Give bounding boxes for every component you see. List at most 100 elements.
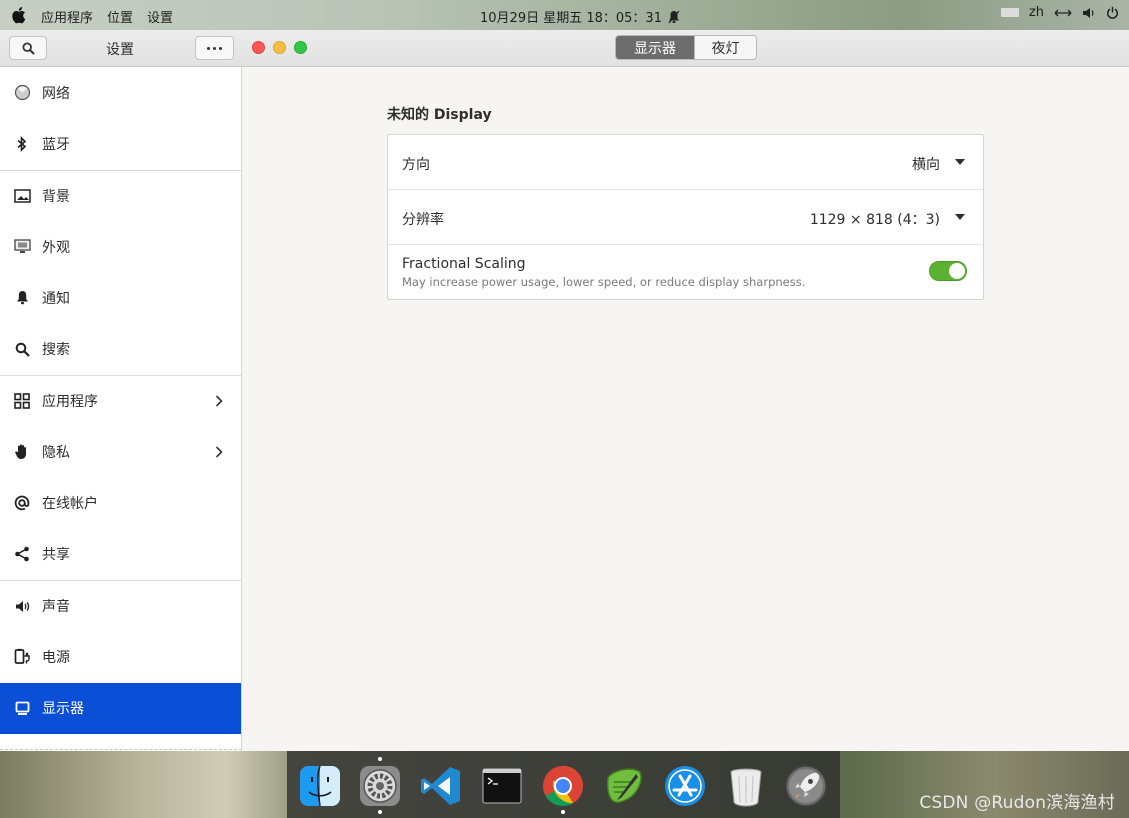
top-panel: 应用程序 位置 设置 10月29日 星期五 18：05：31 zh xyxy=(0,0,1129,30)
power-plug-icon xyxy=(13,648,31,666)
sidebar-item-search[interactable]: 搜索 xyxy=(0,323,241,374)
network-icon xyxy=(13,84,31,102)
sidebar-item-sound[interactable]: 声音 xyxy=(0,579,241,631)
system-tray: zh xyxy=(1000,5,1119,20)
speaker-icon xyxy=(13,597,31,615)
sidebar-item-sharing[interactable]: 共享 xyxy=(0,529,241,580)
sidebar-item-online-accounts[interactable]: 在线帐户 xyxy=(0,477,241,528)
display-tabs: 显示器 夜灯 xyxy=(615,35,757,60)
dock xyxy=(287,751,840,818)
sidebar-item-label: 显示器 xyxy=(42,701,84,718)
orientation-label: 方向 xyxy=(402,157,430,173)
share-icon xyxy=(13,545,31,563)
chevron-right-icon xyxy=(215,395,223,407)
clock-text: 10月29日 星期五 18：05：31 xyxy=(480,11,662,26)
text-editor-icon[interactable] xyxy=(602,764,646,808)
sidebar-item-label: 背景 xyxy=(42,188,70,205)
sidebar-item-background[interactable]: 背景 xyxy=(0,169,241,221)
background-icon xyxy=(13,187,31,205)
minimize-window-button[interactable] xyxy=(273,41,286,54)
menu-settings[interactable]: 设置 xyxy=(147,7,173,26)
dropdown-arrow-icon[interactable] xyxy=(955,214,965,220)
top-menu: 应用程序 位置 设置 xyxy=(41,7,173,26)
display-settings-panel: 未知的 Display 方向 横向 分辨率 1129 × 818 (4：3) F… xyxy=(243,67,1129,751)
appearance-icon xyxy=(13,238,31,256)
sidebar-item-appearance[interactable]: 外观 xyxy=(0,221,241,272)
monitor-icon xyxy=(13,699,31,717)
sidebar-item-label: 蓝牙 xyxy=(42,136,70,153)
search-icon xyxy=(21,41,35,55)
window-controls xyxy=(252,41,307,54)
menu-applications[interactable]: 应用程序 xyxy=(41,7,93,26)
chrome-icon[interactable] xyxy=(541,764,585,808)
fractional-scaling-row: Fractional Scaling May increase power us… xyxy=(388,245,983,300)
launchpad-icon[interactable] xyxy=(784,764,828,808)
sidebar-item-label: 搜索 xyxy=(42,342,70,359)
sidebar-item-label: 应用程序 xyxy=(42,393,98,410)
power-icon[interactable] xyxy=(1106,6,1119,19)
window-title: 设置 xyxy=(106,42,134,58)
sidebar-item-label: 电源 xyxy=(42,649,70,666)
sidebar-item-label: 外观 xyxy=(42,239,70,256)
close-window-button[interactable] xyxy=(252,41,265,54)
search-icon xyxy=(13,340,31,358)
keyboard-icon[interactable] xyxy=(1000,8,1019,17)
at-icon xyxy=(13,494,31,512)
settings-window: 设置 显示器 夜灯 网络 蓝牙 背景 外观 通知 搜索 应用程序 隐私 在线帐户… xyxy=(0,30,1129,751)
sidebar-item-label: 共享 xyxy=(42,547,70,564)
tab-night-light[interactable]: 夜灯 xyxy=(694,36,756,59)
watermark-text: CSDN @Rudon滨海渔村 xyxy=(919,793,1115,813)
notification-bell-icon xyxy=(668,10,680,23)
maximize-window-button[interactable] xyxy=(294,41,307,54)
fractional-scaling-description: May increase power usage, lower speed, o… xyxy=(402,275,806,289)
sidebar-item-label: 声音 xyxy=(42,599,70,616)
trash-icon[interactable] xyxy=(724,764,768,808)
resolution-row[interactable]: 分辨率 1129 × 818 (4：3) xyxy=(388,190,983,245)
sidebar-item-network[interactable]: 网络 xyxy=(0,67,241,118)
tab-displays[interactable]: 显示器 xyxy=(616,36,694,59)
sidebar-item-label: 网络 xyxy=(42,85,70,102)
sidebar-item-privacy[interactable]: 隐私 xyxy=(0,426,241,477)
toggle-knob xyxy=(949,263,965,279)
network-wired-icon[interactable] xyxy=(1054,7,1072,19)
sidebar-item-notifications[interactable]: 通知 xyxy=(0,272,241,323)
chevron-right-icon xyxy=(215,446,223,458)
sidebar-item-applications[interactable]: 应用程序 xyxy=(0,374,241,426)
system-preferences-icon[interactable] xyxy=(358,764,402,808)
hand-icon xyxy=(13,443,31,461)
sidebar-divider xyxy=(0,749,241,750)
sidebar-item-label: 通知 xyxy=(42,290,70,307)
running-indicator xyxy=(378,757,382,761)
search-button[interactable] xyxy=(9,36,47,60)
apps-grid-icon xyxy=(13,392,31,410)
more-dots-icon xyxy=(207,46,210,50)
more-menu-button[interactable] xyxy=(195,36,234,60)
sidebar-item-label: 在线帐户 xyxy=(42,496,98,513)
sidebar-item-bluetooth[interactable]: 蓝牙 xyxy=(0,118,241,169)
orientation-row[interactable]: 方向 横向 xyxy=(388,135,983,190)
sidebar-item-label: 隐私 xyxy=(42,444,70,461)
orientation-value[interactable]: 横向 xyxy=(912,154,940,174)
display-settings-list: 方向 横向 分辨率 1129 × 818 (4：3) Fractional Sc… xyxy=(387,134,984,300)
menu-places[interactable]: 位置 xyxy=(107,7,133,26)
fractional-scaling-toggle[interactable] xyxy=(929,261,967,281)
language-indicator[interactable]: zh xyxy=(1029,5,1044,20)
sidebar-item-displays[interactable]: 显示器 xyxy=(0,682,241,734)
app-store-icon[interactable] xyxy=(663,764,707,808)
sidebar-item-power[interactable]: 电源 xyxy=(0,631,241,682)
bell-icon xyxy=(13,289,31,307)
terminal-icon[interactable] xyxy=(480,764,524,808)
display-name-heading: 未知的 Display xyxy=(387,107,492,123)
running-indicator xyxy=(378,810,382,814)
resolution-label: 分辨率 xyxy=(402,212,444,228)
header-bar: 设置 显示器 夜灯 xyxy=(0,30,1129,67)
finder-icon[interactable] xyxy=(298,764,342,808)
fractional-scaling-label: Fractional Scaling xyxy=(402,256,526,272)
volume-icon[interactable] xyxy=(1082,7,1096,19)
apple-logo-icon[interactable] xyxy=(10,6,26,24)
clock[interactable]: 10月29日 星期五 18：05：31 xyxy=(480,7,680,26)
vscode-icon[interactable] xyxy=(419,764,463,808)
sidebar: 网络 蓝牙 背景 外观 通知 搜索 应用程序 隐私 在线帐户 共享 声音 电源 … xyxy=(0,67,242,751)
dropdown-arrow-icon[interactable] xyxy=(955,159,965,165)
resolution-value[interactable]: 1129 × 818 (4：3) xyxy=(810,209,940,229)
